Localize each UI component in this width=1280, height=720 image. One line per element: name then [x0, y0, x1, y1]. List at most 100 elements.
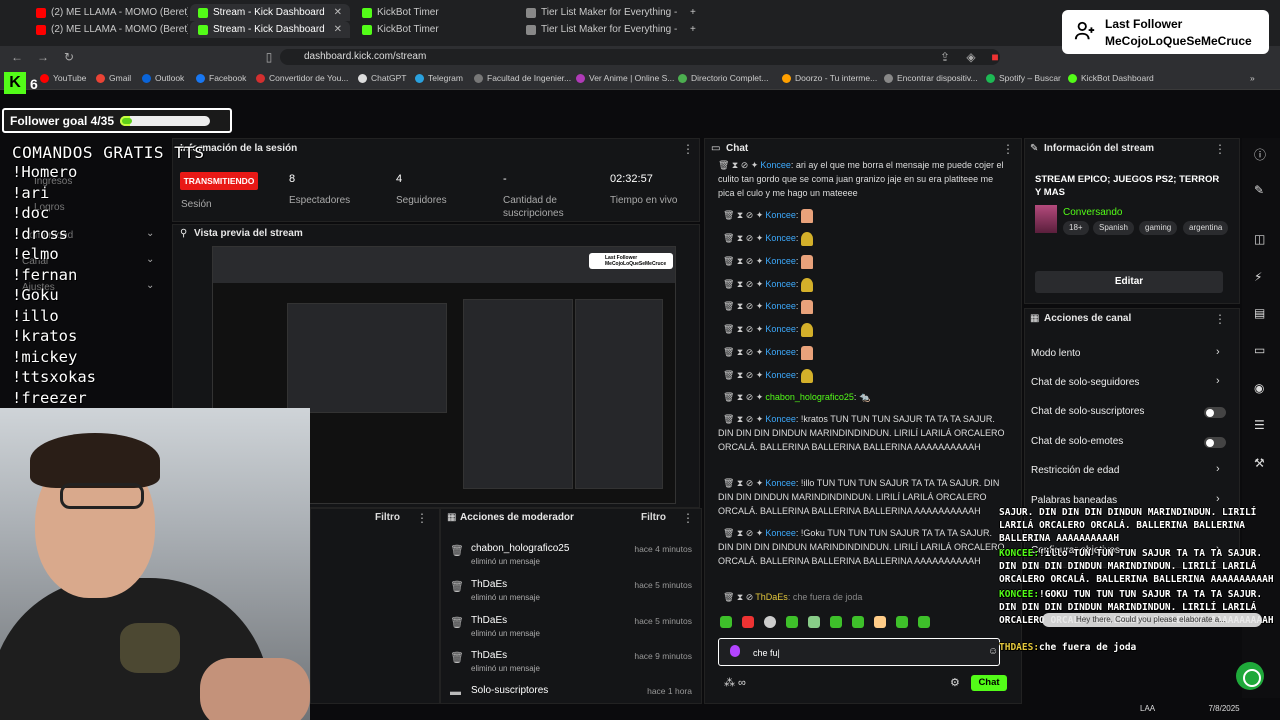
pencil-icon[interactable]: ✎: [1254, 183, 1264, 197]
emote-icon[interactable]: [830, 616, 842, 628]
new-tab-button[interactable]: +: [682, 4, 704, 21]
bookmark-spotify[interactable]: Spotify – Buscar: [986, 73, 1061, 83]
info-icon[interactable]: ⓘ: [1254, 146, 1266, 163]
back-icon[interactable]: ←: [8, 50, 26, 64]
assistant-fab-icon[interactable]: [1236, 662, 1264, 690]
chat-message[interactable]: 🗑 ⧗ ⊘ ✦ Koncee: !kratos TUN TUN TUN SAJUR…: [718, 412, 1008, 454]
kebab-icon[interactable]: ⋮: [682, 142, 694, 156]
mod-row-user[interactable]: ThDaEs: [471, 650, 507, 661]
bookmark-gmail[interactable]: Gmail: [96, 73, 131, 83]
emote-icon[interactable]: [874, 616, 886, 628]
banned-words-row[interactable]: Palabras baneadas: [1031, 495, 1117, 506]
bookmark-outlook[interactable]: Outlook: [142, 73, 184, 83]
emote-icon[interactable]: [918, 616, 930, 628]
mod-row-user[interactable]: Solo-suscriptores: [471, 685, 548, 696]
chat-message[interactable]: 🗑 ⧗ ⊘ ✦ Koncee:: [718, 299, 1008, 314]
tab-kick-dashboard[interactable]: Stream - Kick Dashboard ✕: [190, 4, 350, 21]
more-bookmarks-icon[interactable]: »: [1250, 73, 1255, 83]
points-icon[interactable]: ⁂ ∞: [724, 676, 746, 689]
chevron-right-icon[interactable]: ›: [1216, 463, 1220, 475]
emote-icon[interactable]: [742, 616, 754, 628]
bookmark-youtube[interactable]: YouTube: [40, 73, 86, 83]
tab-youtube[interactable]: (2) ME LLAMA - MOMO (Beret) - Yo: [28, 21, 188, 38]
chat-message[interactable]: 🗑 ⧗ ⊘ ✦ Koncee:: [718, 322, 1008, 337]
emote-icon[interactable]: [808, 616, 820, 628]
chat-message[interactable]: 🗑 ⧗ ⊘ ✦ Koncee:: [718, 368, 1008, 383]
microphone-icon[interactable]: [730, 645, 740, 657]
bookmark-telegram[interactable]: Telegram: [415, 73, 463, 83]
chat-message[interactable]: 🗑 ⧗ ⊘ ✦ Koncee: !Goku TUN TUN TUN SAJUR T…: [718, 526, 1008, 568]
moderator-filter-button[interactable]: Filtro: [641, 512, 666, 523]
bookmark-chatgpt[interactable]: ChatGPT: [358, 73, 406, 83]
kebab-icon[interactable]: ⋮: [682, 511, 694, 525]
kick-logo[interactable]: K: [4, 72, 26, 94]
mod-row-user[interactable]: ThDaEs: [471, 615, 507, 626]
chat-message[interactable]: 🗑 ⧗ ⊘ ThDaEs: che fuera de joda: [718, 590, 1008, 604]
list-icon[interactable]: ☰: [1254, 418, 1265, 432]
tab-kickbot-timer[interactable]: KickBot Timer: [354, 21, 514, 38]
close-icon[interactable]: ✕: [334, 7, 342, 18]
chat-input[interactable]: che fu|: [718, 638, 1000, 666]
bookmark-facebook[interactable]: Facebook: [196, 73, 246, 83]
filter-button[interactable]: Filtro: [375, 512, 400, 523]
kebab-icon[interactable]: ⋮: [416, 511, 428, 525]
emote-icon[interactable]: [852, 616, 864, 628]
emoji-icon[interactable]: ☺: [988, 646, 998, 657]
tab-kick-dashboard[interactable]: Stream - Kick Dashboard ✕: [190, 21, 350, 38]
kebab-icon[interactable]: ⋮: [1002, 142, 1014, 156]
settings-icon[interactable]: ⚙: [950, 676, 960, 689]
chat-message[interactable]: 🗑 ⧗ ⊘ ✦ Koncee:: [718, 231, 1008, 246]
bookmark-encontrar[interactable]: Encontrar dispositiv...: [884, 73, 978, 83]
bookmark-directorio[interactable]: Directorio Complet...: [678, 73, 768, 83]
subscribers-only-toggle[interactable]: [1204, 407, 1226, 418]
bookmark-doorzo[interactable]: Doorzo - Tu interme...: [782, 73, 877, 83]
emote-icon[interactable]: [786, 616, 798, 628]
subscribers-only-row[interactable]: Chat de solo-suscriptores: [1031, 406, 1144, 417]
chevron-right-icon[interactable]: ›: [1216, 493, 1220, 505]
forward-icon[interactable]: →: [34, 50, 52, 64]
emote-icon[interactable]: [720, 616, 732, 628]
tab-tierlist[interactable]: Tier List Maker for Everything - TierM: [518, 21, 678, 38]
chat-message[interactable]: 🗑 ⧗ ⊘ ✦ Koncee: !illo TUN TUN TUN SAJUR T…: [718, 476, 1008, 518]
emotes-only-toggle[interactable]: [1204, 437, 1226, 448]
reload-icon[interactable]: ↻: [60, 50, 78, 64]
tab-tierlist[interactable]: Tier List Maker for Everything - TierM: [518, 4, 678, 21]
age-restriction-row[interactable]: Restricción de edad: [1031, 465, 1119, 476]
kebab-icon[interactable]: ⋮: [1214, 312, 1226, 326]
followers-only-row[interactable]: Chat de solo-seguidores: [1031, 377, 1139, 388]
emote-icon[interactable]: [896, 616, 908, 628]
chat-message[interactable]: 🗑 ⧗ ⊘ ✦ Koncee:: [718, 345, 1008, 360]
wrench-icon[interactable]: ⚒: [1254, 456, 1265, 470]
chat-message[interactable]: 🗑 ⧗ ⊘ ✦ chabon_holografico25: 🐀: [718, 390, 1008, 404]
bookmark-converter[interactable]: Convertidor de You...: [256, 73, 348, 83]
chat-message[interactable]: 🗑 ⧗ ⊘ ✦ Koncee:: [718, 208, 1008, 223]
share-icon[interactable]: ⇪: [936, 50, 954, 64]
tab-kickbot-timer[interactable]: KickBot Timer: [354, 4, 514, 21]
chat-bubble-icon[interactable]: ▭: [1254, 343, 1265, 357]
mod-row-user[interactable]: ThDaEs: [471, 579, 507, 590]
chevron-right-icon[interactable]: ›: [1216, 346, 1220, 358]
shield-icon[interactable]: ◈: [962, 50, 980, 64]
bookmark-anime[interactable]: Ver Anime | Online S...: [576, 73, 674, 83]
tab-youtube[interactable]: (2) ME LLAMA - MOMO (Beret) - Yo✕: [28, 4, 188, 21]
emote-icon[interactable]: [764, 616, 776, 628]
extension-icon[interactable]: ■: [986, 50, 1004, 64]
clipboard-icon[interactable]: ▤: [1254, 306, 1265, 320]
bookmark-icon[interactable]: ▯: [260, 50, 278, 64]
new-tab-button[interactable]: +: [682, 21, 704, 38]
emotes-only-row[interactable]: Chat de solo-emotes: [1031, 436, 1123, 447]
bookmark-facultad[interactable]: Facultad de Ingenier...: [474, 73, 571, 83]
url-input[interactable]: dashboard.kick.com/stream: [280, 49, 1000, 65]
lightning-icon[interactable]: ⚡: [1254, 270, 1262, 284]
chat-message[interactable]: 🗑 ⧗ ⊘ ✦ Koncee:: [718, 254, 1008, 269]
kebab-icon[interactable]: ⋮: [1214, 142, 1226, 156]
chat-message[interactable]: 🗑 ⧗ ⊘ ✦ Koncee:: [718, 277, 1008, 292]
bookmark-kickbot[interactable]: KickBot Dashboard: [1068, 73, 1154, 83]
close-icon[interactable]: ✕: [334, 24, 342, 35]
chevron-right-icon[interactable]: ›: [1216, 375, 1220, 387]
chat-send-button[interactable]: Chat: [971, 675, 1007, 691]
edit-button[interactable]: Editar: [1035, 271, 1223, 293]
slow-mode-row[interactable]: Modo lento: [1031, 348, 1080, 359]
category-name[interactable]: Conversando: [1063, 207, 1122, 218]
mod-row-user[interactable]: chabon_holografico25: [471, 543, 569, 554]
